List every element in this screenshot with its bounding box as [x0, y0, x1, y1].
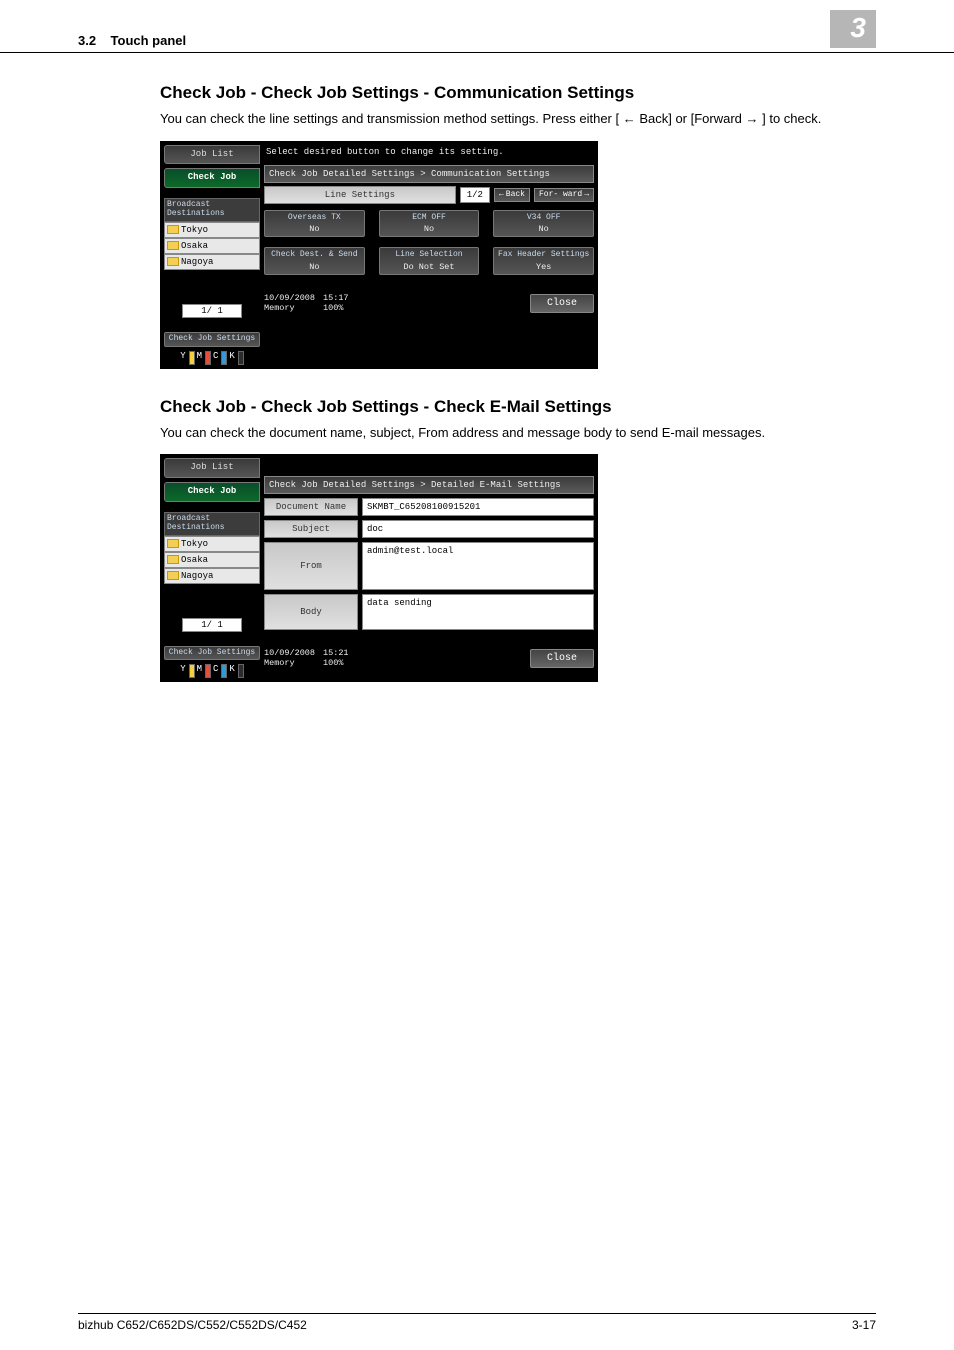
envelope-icon	[167, 555, 179, 564]
document-name-value: SKMBT_C65208100915201	[362, 498, 594, 516]
envelope-icon	[167, 539, 179, 548]
section-label: Touch panel	[111, 33, 187, 48]
document-name-label: Document Name	[264, 498, 358, 516]
close-button[interactable]: Close	[530, 294, 594, 313]
close-button[interactable]: Close	[530, 649, 594, 668]
side-page-indicator: 1/ 1	[182, 304, 242, 318]
toner-indicators: Y M C K	[164, 664, 260, 678]
toner-m-icon	[205, 351, 211, 365]
page-indicator: 1/2	[460, 187, 490, 203]
breadcrumb: Check Job Detailed Settings > Detailed E…	[264, 476, 594, 494]
toner-y-icon	[189, 351, 195, 365]
setting-fax-header[interactable]: Fax Header SettingsYes	[493, 247, 594, 275]
panel2: Job List Check Job Broadcast Destination…	[160, 454, 876, 682]
footer-page: 3-17	[852, 1318, 876, 1332]
setting-v34-off[interactable]: V34 OFFNo	[493, 210, 594, 238]
body-value: data sending	[362, 594, 594, 630]
footer-model: bizhub C652/C652DS/C552/C552DS/C452	[78, 1318, 307, 1332]
broadcast-header: Broadcast Destinations	[164, 512, 260, 536]
breadcrumb: Check Job Detailed Settings > Communicat…	[264, 165, 594, 183]
timestamp: 10/09/200815:21 Memory100%	[264, 648, 349, 668]
tab-check-job[interactable]: Check Job	[164, 482, 260, 502]
envelope-icon	[167, 225, 179, 234]
line-settings-label: Line Settings	[264, 186, 456, 204]
setting-ecm-off[interactable]: ECM OFFNo	[379, 210, 480, 238]
dest-item[interactable]: Osaka	[164, 238, 260, 254]
toner-c-icon	[221, 664, 227, 678]
check-job-settings-button[interactable]: Check Job Settings	[164, 332, 260, 347]
timestamp: 10/09/200815:17 Memory100%	[264, 293, 349, 313]
setting-line-selection[interactable]: Line SelectionDo Not Set	[379, 247, 480, 275]
section-number: 3.2	[78, 33, 96, 48]
panel1: Job List Check Job Broadcast Destination…	[160, 141, 876, 369]
check-job-settings-button[interactable]: Check Job Settings	[164, 646, 260, 661]
section1-body: You can check the line settings and tran…	[160, 109, 876, 129]
toner-k-icon	[238, 664, 244, 678]
side-page-indicator: 1/ 1	[182, 618, 242, 632]
dest-item[interactable]: Tokyo	[164, 222, 260, 238]
toner-k-icon	[238, 351, 244, 365]
page-footer: bizhub C652/C652DS/C552/C552DS/C452 3-17	[78, 1313, 876, 1332]
arrow-left-icon: ←	[499, 191, 504, 199]
dest-item[interactable]: Nagoya	[164, 254, 260, 270]
setting-overseas-tx[interactable]: Overseas TXNo	[264, 210, 365, 238]
page-header: 3.2 Touch panel 3	[0, 0, 954, 53]
dest-item[interactable]: Tokyo	[164, 536, 260, 552]
section2-body: You can check the document name, subject…	[160, 423, 876, 443]
subject-label: Subject	[264, 520, 358, 538]
toner-m-icon	[205, 664, 211, 678]
envelope-icon	[167, 571, 179, 580]
instruction-text: Select desired button to change its sett…	[264, 145, 594, 165]
tab-job-list[interactable]: Job List	[164, 145, 260, 165]
from-label: From	[264, 542, 358, 590]
section1-title: Check Job - Check Job Settings - Communi…	[160, 83, 876, 103]
forward-button[interactable]: For- ward→	[534, 188, 594, 202]
back-button[interactable]: ←Back	[494, 188, 530, 202]
subject-value: doc	[362, 520, 594, 538]
envelope-icon	[167, 257, 179, 266]
broadcast-header: Broadcast Destinations	[164, 198, 260, 222]
toner-y-icon	[189, 664, 195, 678]
chapter-number: 3	[830, 10, 876, 48]
from-value: admin@test.local	[362, 542, 594, 590]
dest-item[interactable]: Nagoya	[164, 568, 260, 584]
tab-check-job[interactable]: Check Job	[164, 168, 260, 188]
setting-check-dest[interactable]: Check Dest. & SendNo	[264, 247, 365, 275]
body-label: Body	[264, 594, 358, 630]
section2-title: Check Job - Check Job Settings - Check E…	[160, 397, 876, 417]
arrow-right-icon: →	[584, 191, 589, 199]
toner-c-icon	[221, 351, 227, 365]
toner-indicators: Y M C K	[164, 351, 260, 365]
envelope-icon	[167, 241, 179, 250]
tab-job-list[interactable]: Job List	[164, 458, 260, 478]
dest-item[interactable]: Osaka	[164, 552, 260, 568]
